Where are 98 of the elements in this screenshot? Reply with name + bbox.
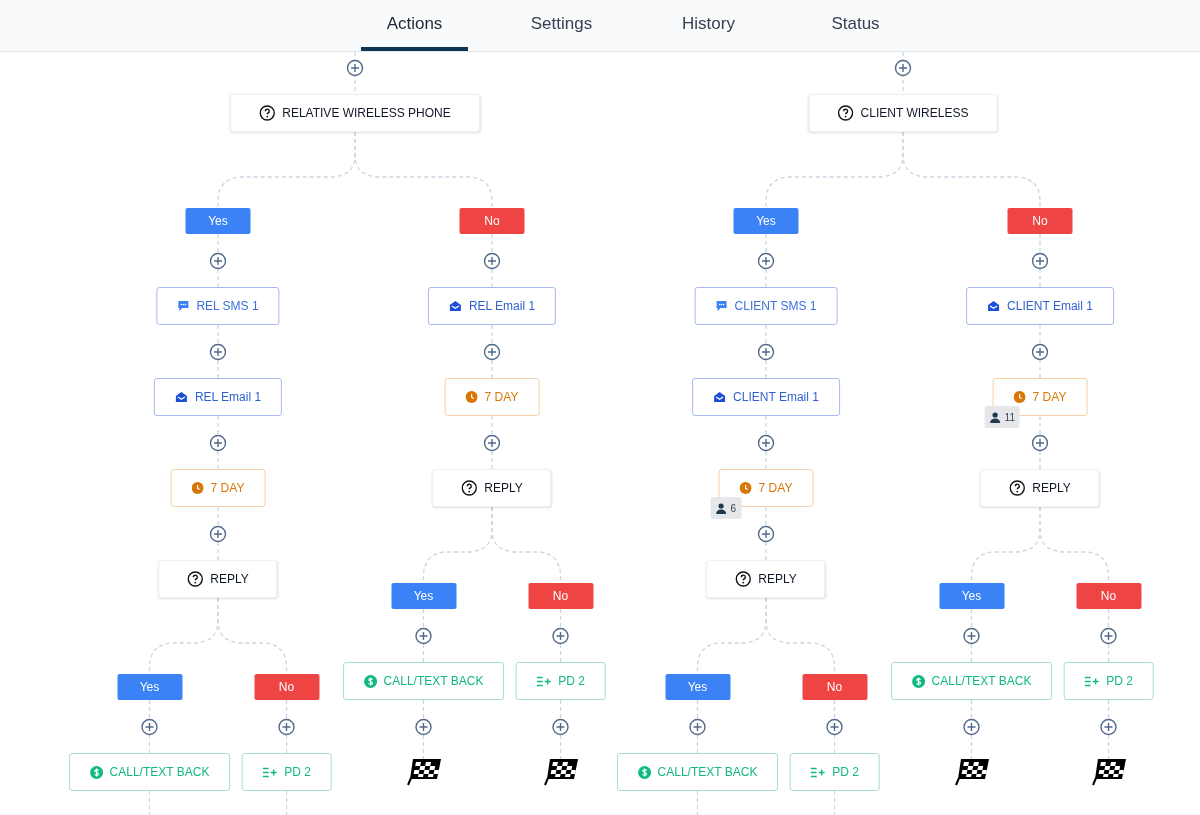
add-step-icon[interactable]	[209, 525, 227, 543]
email-step[interactable]: REL Email 1	[427, 287, 557, 325]
action-step[interactable]: PD 2	[1063, 662, 1154, 700]
tab[interactable]: History	[655, 0, 762, 51]
action-step[interactable]: CALL/TEXT BACK	[342, 662, 505, 700]
add-step-icon[interactable]	[278, 718, 295, 736]
add-step-icon[interactable]	[963, 627, 980, 645]
branch-label[interactable]: Yes	[733, 208, 799, 234]
branch-label[interactable]: No	[802, 674, 867, 700]
add-step-icon[interactable]	[757, 525, 775, 543]
dollar-icon	[363, 674, 377, 688]
branch-label[interactable]: No	[1007, 208, 1073, 234]
action-step[interactable]: PD 2	[789, 753, 880, 791]
question-icon	[1009, 480, 1026, 496]
list-add-icon	[810, 766, 826, 778]
add-step-icon[interactable]	[552, 627, 569, 645]
action-step[interactable]: CALL/TEXT BACK	[616, 753, 779, 791]
add-step-icon[interactable]	[963, 718, 980, 736]
chat-bubble-icon	[715, 300, 728, 312]
list-add-icon	[536, 675, 552, 687]
tab[interactable]: Actions	[361, 0, 468, 51]
condition-step[interactable]: REPLY	[706, 560, 826, 598]
tab[interactable]: Status	[802, 0, 909, 51]
add-step-icon[interactable]	[483, 252, 501, 270]
checkered-flag-icon	[406, 758, 441, 786]
condition-step[interactable]: REPLY	[980, 469, 1100, 507]
question-icon	[259, 105, 276, 121]
delay-step[interactable]: 7 DAY	[170, 469, 266, 507]
add-step-icon[interactable]	[209, 434, 227, 452]
question-icon	[735, 571, 752, 587]
add-step-icon[interactable]	[415, 718, 432, 736]
dollar-icon	[911, 674, 925, 688]
checkered-flag-icon	[1091, 758, 1126, 786]
add-step-icon[interactable]	[141, 718, 158, 736]
add-step-icon[interactable]	[552, 718, 569, 736]
dollar-icon	[637, 765, 651, 779]
branch-label[interactable]: Yes	[391, 583, 456, 609]
contact-count-badge: 11	[984, 406, 1020, 428]
tab[interactable]: Settings	[508, 0, 615, 51]
clock-icon	[191, 482, 204, 494]
add-step-icon[interactable]	[757, 343, 775, 361]
list-add-icon	[262, 766, 278, 778]
email-step[interactable]: CLIENT Email 1	[966, 287, 1114, 325]
add-step-icon[interactable]	[483, 434, 501, 452]
list-add-icon	[1084, 675, 1100, 687]
branch-label[interactable]: Yes	[185, 208, 251, 234]
branch-label[interactable]: No	[1076, 583, 1141, 609]
add-step-icon[interactable]	[826, 718, 843, 736]
add-step-icon[interactable]	[209, 343, 227, 361]
add-step-icon[interactable]	[1031, 343, 1049, 361]
add-step-icon[interactable]	[757, 252, 775, 270]
branch-label[interactable]: Yes	[939, 583, 1004, 609]
branch-label[interactable]: Yes	[665, 674, 730, 700]
clock-icon	[739, 482, 752, 494]
envelope-icon	[713, 391, 727, 403]
email-step[interactable]: REL Email 1	[153, 378, 283, 416]
email-step[interactable]: CLIENT Email 1	[692, 378, 840, 416]
action-step[interactable]: CALL/TEXT BACK	[68, 753, 231, 791]
checkered-flag-icon	[543, 758, 578, 786]
clock-icon	[465, 391, 478, 403]
add-step-icon[interactable]	[894, 59, 912, 77]
condition-step[interactable]: REPLY	[158, 560, 278, 598]
add-step-icon[interactable]	[415, 627, 432, 645]
dollar-icon	[89, 765, 103, 779]
add-step-icon[interactable]	[209, 252, 227, 270]
question-icon	[187, 571, 204, 587]
condition-step[interactable]: RELATIVE WIRELESS PHONE	[230, 94, 480, 132]
sms-step[interactable]: CLIENT SMS 1	[694, 287, 838, 325]
add-step-icon[interactable]	[689, 718, 706, 736]
add-step-icon[interactable]	[1031, 434, 1049, 452]
add-step-icon[interactable]	[1031, 252, 1049, 270]
add-step-icon[interactable]	[1100, 718, 1117, 736]
action-step[interactable]: CALL/TEXT BACK	[890, 662, 1053, 700]
envelope-icon	[448, 300, 462, 312]
action-step[interactable]: PD 2	[241, 753, 332, 791]
add-step-icon[interactable]	[346, 59, 364, 77]
question-icon	[461, 480, 478, 496]
sms-step[interactable]: REL SMS 1	[156, 287, 280, 325]
branch-label[interactable]: No	[459, 208, 525, 234]
branch-label[interactable]: Yes	[117, 674, 182, 700]
clock-icon	[1013, 391, 1026, 403]
add-step-icon[interactable]	[483, 343, 501, 361]
envelope-icon	[174, 391, 188, 403]
contact-count-badge: 6	[710, 497, 742, 519]
question-icon	[837, 105, 854, 121]
condition-step[interactable]: CLIENT WIRELESS	[808, 94, 998, 132]
chat-bubble-icon	[177, 300, 190, 312]
add-step-icon[interactable]	[757, 434, 775, 452]
add-step-icon[interactable]	[1100, 627, 1117, 645]
condition-step[interactable]: REPLY	[432, 469, 552, 507]
envelope-icon	[987, 300, 1001, 312]
branch-label[interactable]: No	[528, 583, 593, 609]
branch-label[interactable]: No	[254, 674, 319, 700]
person-icon	[715, 502, 727, 514]
person-icon	[989, 411, 1001, 423]
checkered-flag-icon	[954, 758, 989, 786]
delay-step[interactable]: 7 DAY	[444, 378, 540, 416]
action-step[interactable]: PD 2	[515, 662, 606, 700]
